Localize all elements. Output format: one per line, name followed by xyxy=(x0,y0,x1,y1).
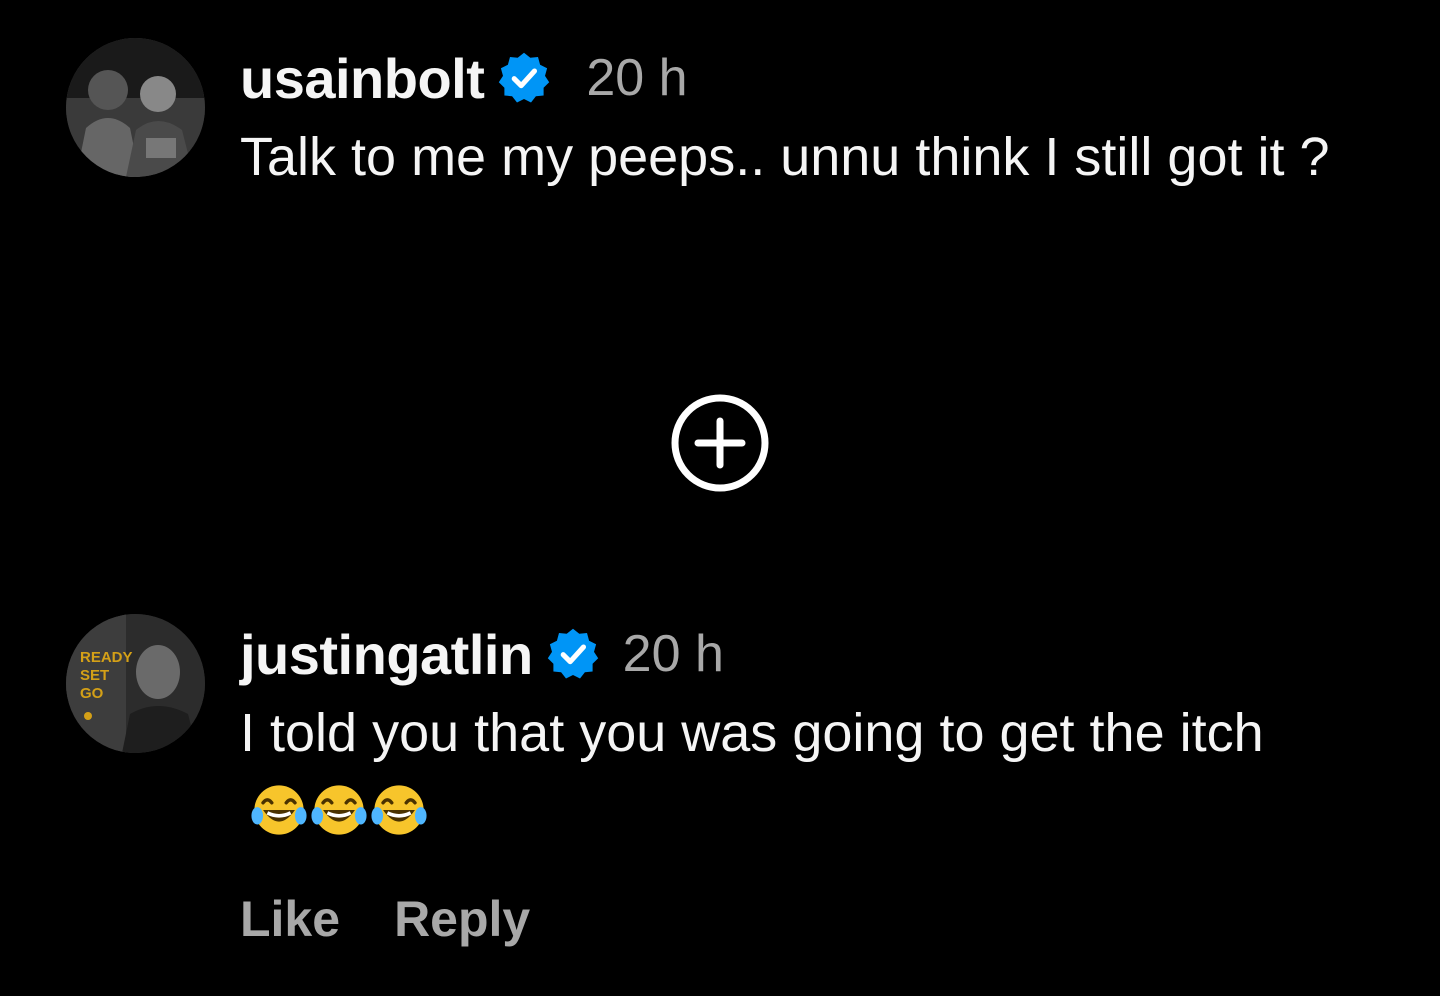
like-button[interactable]: Like xyxy=(240,890,340,948)
comment-actions: Like Reply xyxy=(240,890,530,948)
comment-text: I told you that you was going to get the… xyxy=(240,694,1390,850)
username[interactable]: usainbolt xyxy=(240,46,485,111)
verified-badge-icon xyxy=(545,626,601,682)
comment-header: justingatlin 20 h xyxy=(240,614,1390,694)
comment-text: Talk to me my peeps.. unnu think I still… xyxy=(240,127,1330,187)
timestamp: 20 h xyxy=(586,49,688,107)
avatar[interactable]: READY SET GO xyxy=(66,614,205,753)
svg-text:SET: SET xyxy=(80,667,109,684)
comment-body: justingatlin 20 h I told you that you wa… xyxy=(240,614,1390,850)
avatar-photo xyxy=(66,38,205,177)
verified-badge-icon xyxy=(496,50,552,106)
username[interactable]: justingatlin xyxy=(240,622,533,687)
avatar[interactable] xyxy=(66,38,205,177)
comment-header: usainbolt 20 h xyxy=(240,38,1390,118)
laughing-emoji-icon xyxy=(250,781,430,839)
timestamp: 20 h xyxy=(622,625,724,683)
comment-body: usainbolt 20 h Talk to me my peeps.. unn… xyxy=(240,38,1390,196)
svg-text:READY: READY xyxy=(80,649,133,666)
plus-circle-icon[interactable] xyxy=(670,393,770,493)
comment-text-content: I told you that you was going to get the… xyxy=(240,703,1264,763)
svg-text:GO: GO xyxy=(80,685,104,702)
reply-button[interactable]: Reply xyxy=(394,890,530,948)
avatar-photo: READY SET GO xyxy=(66,614,205,753)
